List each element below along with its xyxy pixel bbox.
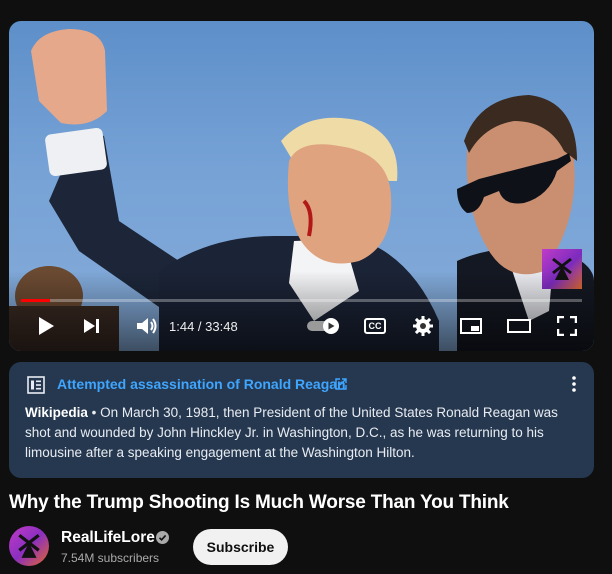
mute-button[interactable] [133, 313, 161, 339]
settings-icon [413, 316, 433, 336]
subtitles-icon: CC [364, 318, 386, 334]
channel-name[interactable]: RealLifeLore [61, 529, 155, 547]
volume-icon [137, 318, 157, 334]
autoplay-toggle[interactable] [305, 313, 343, 339]
more-vert-icon [572, 376, 576, 392]
wikipedia-info-icon [27, 376, 45, 394]
next-button[interactable] [79, 313, 105, 339]
info-description: On March 30, 1981, then President of the… [25, 405, 558, 460]
time-display: 1:44 / 33:48 [169, 319, 238, 334]
subscribe-button[interactable]: Subscribe [193, 529, 288, 565]
info-panel: Attempted assassination of Ronald Reagan… [9, 362, 594, 478]
play-icon [39, 317, 54, 335]
theater-button[interactable] [505, 313, 533, 339]
info-panel-link[interactable]: Attempted assassination of Ronald Reagan [57, 376, 346, 392]
video-player[interactable]: 1:44 / 33:48 CC [9, 21, 594, 351]
channel-logo-icon [18, 533, 40, 558]
subscriber-count: 7.54M subscribers [61, 551, 160, 565]
progress-bar[interactable] [21, 299, 582, 302]
more-options-button[interactable] [564, 374, 584, 394]
info-separator: • [87, 405, 101, 420]
channel-avatar[interactable] [9, 526, 49, 566]
miniplayer-button[interactable] [458, 313, 484, 339]
fullscreen-icon [557, 316, 577, 336]
verified-icon [156, 531, 169, 544]
subtitles-button[interactable]: CC [362, 313, 388, 339]
play-button[interactable] [33, 313, 59, 339]
video-title: Why the Trump Shooting Is Much Worse Tha… [9, 492, 509, 513]
info-panel-text: Wikipedia • On March 30, 1981, then Pres… [25, 403, 577, 463]
player-controls: 1:44 / 33:48 CC [9, 311, 594, 341]
miniplayer-icon [460, 318, 482, 334]
shirt-cuff [45, 127, 107, 177]
progress-played [21, 299, 50, 302]
external-link-icon[interactable] [334, 377, 348, 391]
next-icon [84, 319, 99, 333]
fullscreen-button[interactable] [554, 313, 580, 339]
fist [31, 29, 107, 125]
info-source: Wikipedia [25, 405, 88, 420]
settings-button[interactable] [410, 313, 436, 339]
autoplay-toggle-icon [307, 318, 339, 334]
theater-icon [507, 319, 531, 333]
